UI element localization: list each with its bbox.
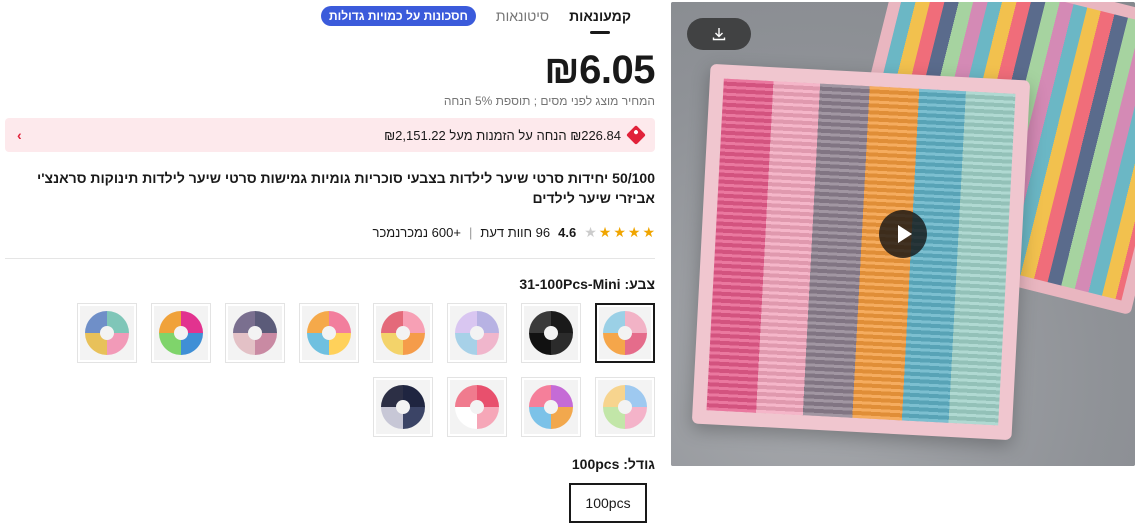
- hair-tie-bundle: [381, 385, 425, 429]
- product-title: 50/100 יחידות סרטי שיער לילדות בצבעי סוכ…: [37, 170, 655, 206]
- rating-score: 4.6: [558, 225, 577, 240]
- hair-tie-bundle: [603, 385, 647, 429]
- size-label: גודל: 100pcs: [571, 456, 655, 472]
- play-icon: [898, 225, 912, 243]
- hair-tie-bundle: [85, 311, 129, 355]
- hair-tie-bundle: [307, 311, 351, 355]
- price-note: המחיר מוצג לפני מסים ; תוספת 5% הנחה: [443, 94, 655, 108]
- tab-wholesale[interactable]: סיטונאות: [496, 8, 549, 34]
- swatch-image: [302, 306, 356, 360]
- color-swatch[interactable]: [521, 303, 581, 363]
- star-icon: ★: [642, 224, 655, 240]
- hair-tie-bundle: [603, 311, 647, 355]
- product-price: ₪6.05: [544, 48, 655, 92]
- color-swatch[interactable]: [373, 303, 433, 363]
- hair-tie-bundle: [529, 385, 573, 429]
- tag-icon: [626, 125, 646, 145]
- product-gallery[interactable]: [671, 2, 1135, 466]
- star-rating: ★ ★ ★ ★ ★: [584, 224, 655, 241]
- divider-bar: |: [468, 225, 473, 240]
- size-option[interactable]: 100pcs: [569, 483, 647, 523]
- swatch-image: [450, 380, 504, 434]
- promo-text: ₪226.84 הנחה על הזמנות מעל ₪2,151.22: [384, 127, 621, 143]
- swatch-image: [154, 306, 208, 360]
- purchase-tabs: קמעונאות סיטונאות חסכונות על כמויות גדול…: [321, 6, 631, 34]
- bulk-savings-badge: חסכונות על כמויות גדולות: [321, 6, 476, 26]
- color-swatch[interactable]: [225, 303, 285, 363]
- color-swatch[interactable]: [77, 303, 137, 363]
- color-swatch[interactable]: [447, 303, 507, 363]
- swatch-image: [524, 380, 578, 434]
- chevron-right-icon[interactable]: ›: [17, 127, 22, 143]
- product-box-front: [691, 63, 1031, 441]
- section-divider: [5, 258, 655, 259]
- color-swatch[interactable]: [521, 377, 581, 437]
- hair-tie-bundle: [455, 385, 499, 429]
- star-icon: ★: [627, 224, 641, 240]
- star-half-icon: ★: [584, 224, 597, 240]
- color-swatches: [5, 303, 655, 437]
- sold-count: +600 נמכרנמכר: [372, 225, 461, 240]
- hair-tie-bundle: [381, 311, 425, 355]
- color-label: צבע: 31-100Pcs-Mini: [519, 276, 655, 292]
- review-count[interactable]: 96 חוות דעת: [480, 225, 550, 240]
- color-swatch[interactable]: [299, 303, 359, 363]
- swatch-image: [598, 380, 652, 434]
- hair-tie-bundle: [529, 311, 573, 355]
- rating-row: ★ ★ ★ ★ ★ 4.6 96 חוות דעת | +600 נמכרנמכ…: [373, 224, 655, 241]
- color-swatch[interactable]: [595, 303, 655, 363]
- color-swatch[interactable]: [373, 377, 433, 437]
- star-icon: ★: [613, 224, 626, 240]
- color-swatch[interactable]: [595, 377, 655, 437]
- download-icon: [712, 28, 726, 41]
- swatch-image: [376, 306, 430, 360]
- play-video-button[interactable]: [879, 210, 927, 258]
- promo-content: ₪226.84 הנחה על הזמנות מעל ₪2,151.22: [384, 125, 646, 145]
- swatch-image: [80, 306, 134, 360]
- swatch-image: [228, 306, 282, 360]
- color-swatch[interactable]: [151, 303, 211, 363]
- hair-tie-bundle: [159, 311, 203, 355]
- swatch-image: [376, 380, 430, 434]
- swatch-image: [450, 306, 504, 360]
- swatch-image: [599, 307, 651, 359]
- download-button[interactable]: [687, 18, 751, 50]
- color-swatch[interactable]: [447, 377, 507, 437]
- swatch-image: [524, 306, 578, 360]
- star-icon: ★: [598, 224, 612, 240]
- tab-retail[interactable]: קמעונאות: [569, 8, 631, 34]
- hair-tie-bundle: [233, 311, 277, 355]
- promo-banner[interactable]: ₪226.84 הנחה על הזמנות מעל ₪2,151.22 ›: [5, 118, 655, 152]
- hair-tie-bundle: [455, 311, 499, 355]
